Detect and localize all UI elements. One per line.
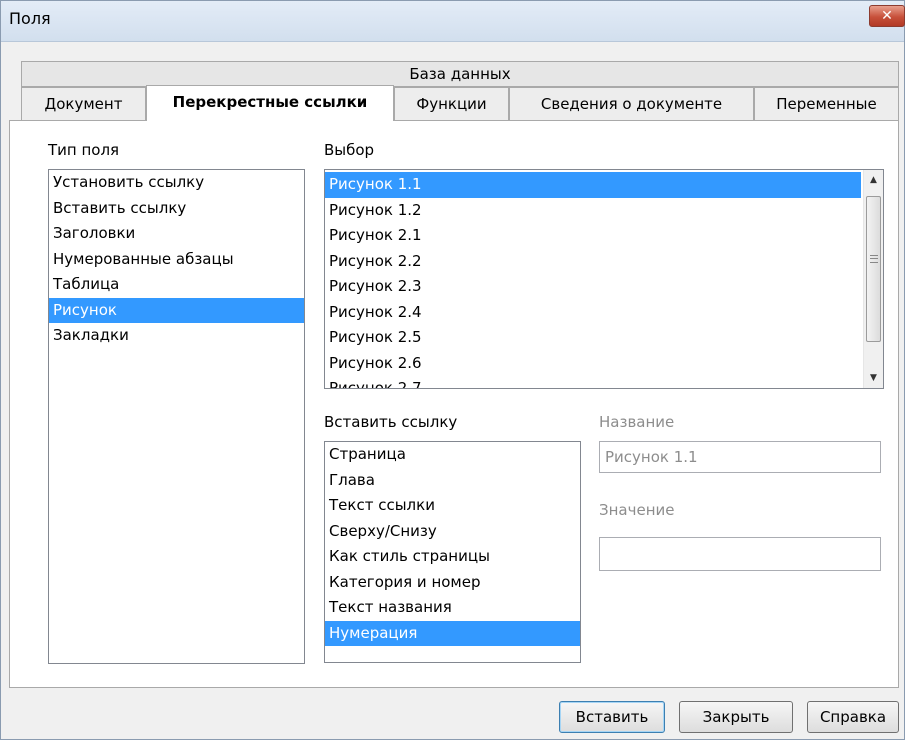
insert-ref-label: Вставить ссылку — [324, 413, 458, 431]
name-field[interactable]: Рисунок 1.1 — [599, 441, 881, 473]
list-item[interactable]: Категория и номер — [325, 570, 580, 596]
window-title: Поля — [9, 9, 51, 28]
name-label: Название — [599, 413, 675, 431]
insert-ref-list[interactable]: Страница Глава Текст ссылки Сверху/Снизу… — [324, 441, 581, 663]
list-item[interactable]: Рисунок 2.5 — [325, 325, 861, 351]
grip-icon — [870, 255, 878, 263]
selection-label: Выбор — [324, 141, 375, 159]
list-item[interactable]: Вставить ссылку — [49, 196, 304, 222]
list-item[interactable]: Заголовки — [49, 221, 304, 247]
list-item[interactable]: Текст названия — [325, 595, 580, 621]
list-item[interactable]: Глава — [325, 468, 580, 494]
tab-document-info[interactable]: Сведения о документе — [509, 87, 754, 121]
list-item[interactable]: Рисунок 2.3 — [325, 274, 861, 300]
list-item[interactable]: Рисунок 2.1 — [325, 223, 861, 249]
selection-scrollbar[interactable]: ▲ ▼ — [863, 170, 883, 388]
selection-items: Рисунок 1.1 Рисунок 1.2 Рисунок 2.1 Рису… — [325, 172, 861, 388]
list-item[interactable]: Текст ссылки — [325, 493, 580, 519]
tab-variables[interactable]: Переменные — [754, 87, 899, 121]
scroll-up-icon[interactable]: ▲ — [864, 170, 883, 190]
list-item[interactable]: Рисунок 1.2 — [325, 198, 861, 224]
list-item-selected[interactable]: Рисунок — [49, 297, 304, 323]
help-button[interactable]: Справка — [807, 701, 899, 733]
value-field[interactable] — [599, 537, 881, 571]
list-item[interactable]: Сверху/Снизу — [325, 519, 580, 545]
list-item[interactable]: Как стиль страницы — [325, 544, 580, 570]
list-item-selected[interactable]: Рисунок 1.1 — [325, 172, 861, 198]
list-item[interactable]: Рисунок 2.7 — [325, 376, 861, 388]
tab-document[interactable]: Документ — [21, 87, 146, 121]
list-item[interactable]: Закладки — [49, 323, 304, 349]
dialog-body: База данных Документ Перекрестные ссылки… — [9, 45, 904, 739]
close-icon: ✕ — [881, 8, 893, 24]
list-item[interactable]: Таблица — [49, 272, 304, 298]
field-type-label: Тип поля — [48, 141, 120, 159]
tab-functions[interactable]: Функции — [394, 87, 509, 121]
scroll-thumb[interactable] — [866, 196, 881, 342]
scroll-down-icon[interactable]: ▼ — [864, 368, 883, 388]
list-item[interactable]: Рисунок 2.6 — [325, 351, 861, 377]
list-item[interactable]: Нумерованные абзацы — [49, 247, 304, 273]
insert-button[interactable]: Вставить — [559, 701, 665, 733]
list-item[interactable]: Установить ссылку — [49, 170, 304, 196]
fields-dialog: Поля ✕ База данных Документ Перекрестные… — [0, 0, 905, 740]
tab-panel: Тип поля Установить ссылку Вставить ссыл… — [9, 120, 899, 688]
tab-cross-references[interactable]: Перекрестные ссылки — [146, 85, 394, 121]
list-item[interactable]: Страница — [325, 442, 580, 468]
title-bar[interactable]: Поля ✕ — [1, 1, 905, 42]
list-item[interactable]: Рисунок 2.4 — [325, 300, 861, 326]
tab-database[interactable]: База данных — [21, 61, 899, 87]
selection-list[interactable]: Рисунок 1.1 Рисунок 1.2 Рисунок 2.1 Рису… — [324, 169, 884, 389]
close-window-button[interactable]: ✕ — [869, 5, 905, 27]
field-type-list[interactable]: Установить ссылку Вставить ссылку Заголо… — [48, 169, 305, 664]
list-item-selected[interactable]: Нумерация — [325, 620, 580, 646]
list-item[interactable]: Рисунок 2.2 — [325, 249, 861, 275]
value-label: Значение — [599, 501, 675, 519]
close-button[interactable]: Закрыть — [679, 701, 793, 733]
